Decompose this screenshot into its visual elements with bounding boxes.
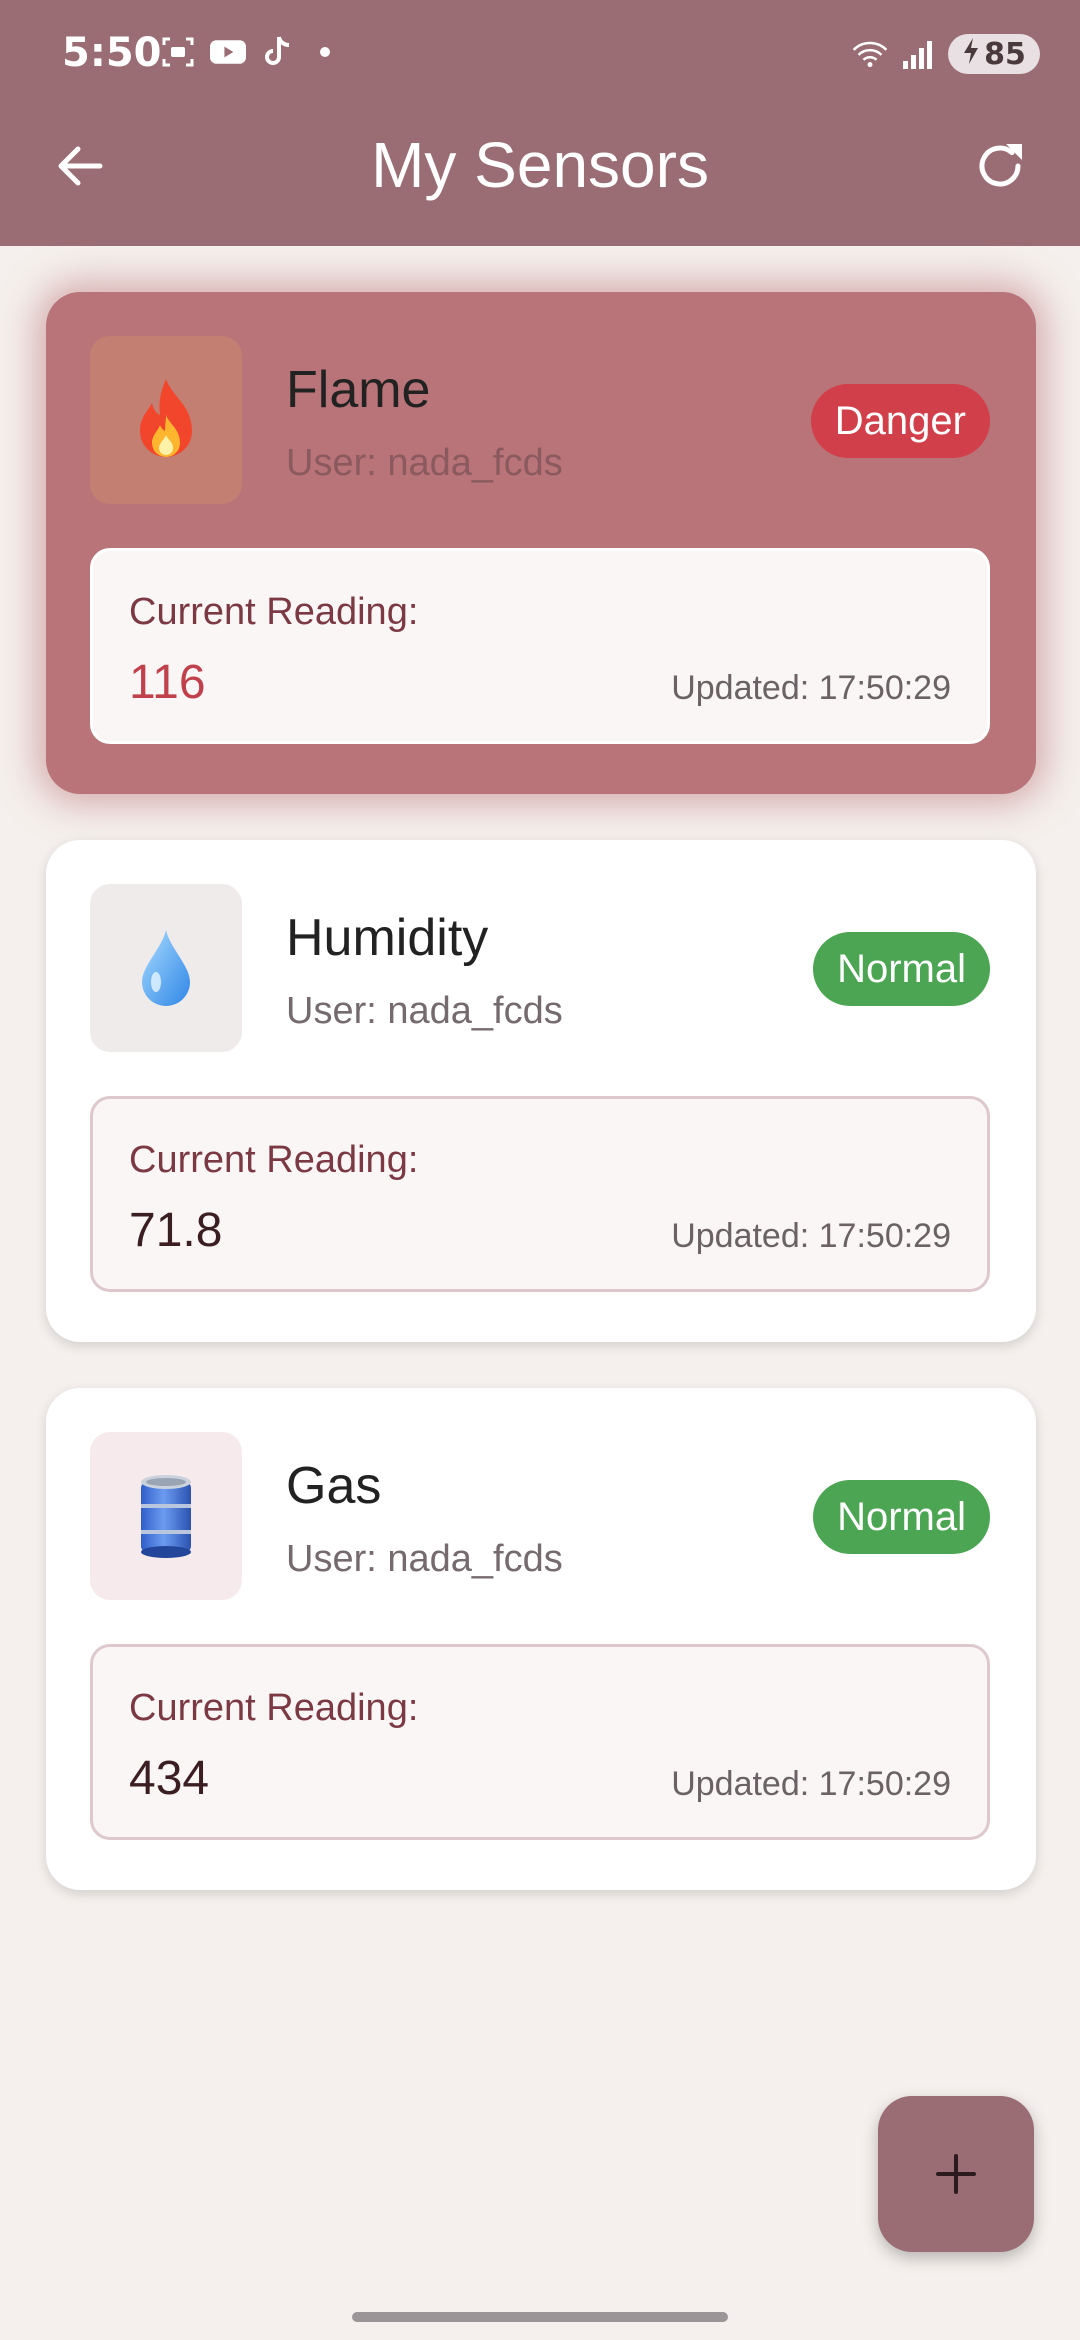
fire-icon [140,379,192,457]
droplet-icon [142,930,190,1006]
sensor-user: User: nada_fcds [286,442,563,484]
sensor-card-gas[interactable]: Gas User: nada_fcds Normal Current Readi… [46,1388,1036,1890]
gas-barrel-icon [141,1475,191,1558]
sensor-icon-tile [90,336,242,504]
battery-indicator: 85 [948,34,1040,74]
system-icons: 85 [852,34,1040,74]
home-indicator[interactable] [352,2312,728,2322]
sensor-name: Humidity [286,909,489,967]
status-badge: Normal [813,932,990,1006]
sensor-name: Flame [286,361,431,419]
reading-box: Current Reading: 434 Updated: 17:50:29 [90,1644,990,1840]
status-badge: Normal [813,1480,990,1554]
reading-box: Current Reading: 116 Updated: 17:50:29 [90,548,990,744]
reading-updated: Updated: 17:50:29 [671,1765,951,1803]
reading-label: Current Reading: [129,591,419,633]
sensor-user: User: nada_fcds [286,1538,563,1580]
battery-level: 85 [984,36,1026,72]
wifi-icon [852,36,888,72]
sensor-user: User: nada_fcds [286,990,563,1032]
status-time: 5:50 [62,30,162,76]
more-notifications-dot [320,47,330,57]
reading-value: 116 [129,656,206,709]
reading-value: 434 [129,1752,210,1805]
sensor-name: Gas [286,1457,382,1515]
app-bar: 5:50 85 My Sensors [0,0,1080,246]
reading-label: Current Reading: [129,1687,419,1729]
status-badge: Danger [810,384,990,458]
page-title: My Sensors [371,129,709,201]
sensor-card-flame[interactable]: Flame User: nada_fcds Danger Current Rea… [46,292,1036,794]
reading-value: 71.8 [129,1204,223,1257]
reading-label: Current Reading: [129,1139,419,1181]
refresh-icon [979,144,1022,187]
charging-bolt-icon [962,37,980,72]
youtube-icon [210,34,246,70]
notification-icons [160,34,330,70]
reading-updated: Updated: 17:50:29 [671,1217,951,1255]
refresh-button[interactable] [970,136,1030,196]
sensor-card-humidity[interactable]: Humidity User: nada_fcds Normal Current … [46,840,1036,1342]
reading-updated: Updated: 17:50:29 [671,669,951,707]
signal-icon [900,36,936,72]
tiktok-icon [260,34,296,70]
add-sensor-button[interactable] [878,2096,1034,2252]
plus-icon [936,2154,976,2194]
sensor-icon-tile [90,884,242,1052]
sensor-icon-tile [90,1432,242,1600]
screenshot-icon [160,34,196,70]
reading-box: Current Reading: 71.8 Updated: 17:50:29 [90,1096,990,1292]
